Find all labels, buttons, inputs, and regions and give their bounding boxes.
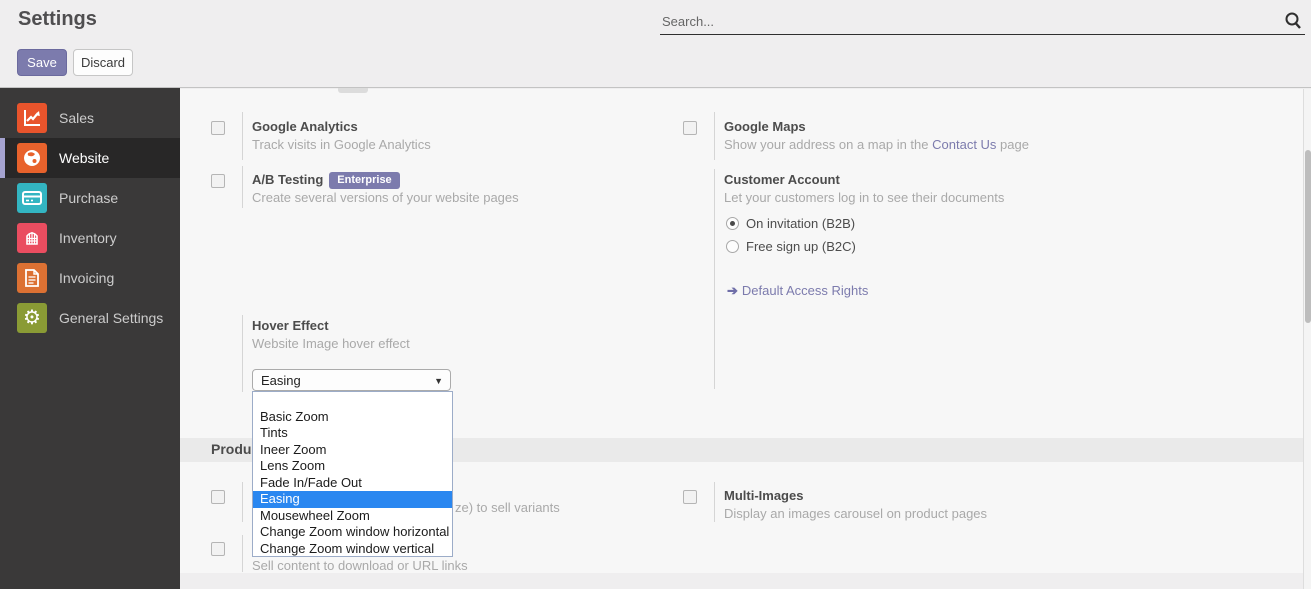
hover-effect-dropdown-list: Basic Zoom Tints Ineer Zoom Lens Zoom Fa… — [252, 391, 453, 557]
on-invitation-label: On invitation (B2B) — [746, 216, 855, 231]
sidebar-item-label: Invoicing — [59, 270, 114, 286]
sidebar-item-website[interactable]: Website — [0, 138, 180, 178]
dropdown-option[interactable]: Ineer Zoom — [253, 442, 452, 459]
free-signup-label: Free sign up (B2C) — [746, 239, 856, 254]
dropdown-option-blank[interactable] — [253, 392, 452, 409]
dropdown-option[interactable]: Tints — [253, 425, 452, 442]
sidebar-item-label: Inventory — [59, 230, 117, 246]
dropdown-option[interactable]: Basic Zoom — [253, 409, 452, 426]
sidebar-item-label: Purchase — [59, 190, 118, 206]
enterprise-badge: Enterprise — [329, 172, 399, 189]
google-maps-desc-tail: page — [996, 137, 1029, 152]
sidebar-item-label: Sales — [59, 110, 94, 126]
arrow-right-icon: ➔ — [727, 283, 738, 298]
divider — [242, 166, 243, 208]
multi-images-checkbox[interactable] — [683, 490, 697, 504]
hover-effect-desc: Website Image hover effect — [252, 336, 410, 351]
divider — [714, 169, 715, 389]
page-title: Settings — [18, 8, 97, 31]
sidebar-item-label: General Settings — [59, 310, 163, 326]
hover-effect-title: Hover Effect — [252, 318, 329, 333]
google-maps-title: Google Maps — [724, 119, 806, 134]
divider — [242, 112, 243, 160]
gear-icon: ⚙ — [17, 303, 47, 333]
settings-content: Google Analytics Track visits in Google … — [180, 89, 1303, 589]
divider — [242, 535, 243, 572]
contact-us-link[interactable]: Contact Us — [932, 137, 996, 152]
sidebar-item-purchase[interactable]: Purchase — [0, 178, 180, 218]
divider — [714, 482, 715, 522]
section-heading: Produ — [211, 441, 251, 457]
ab-testing-title-text: A/B Testing — [252, 172, 323, 187]
vertical-scrollbar[interactable] — [1303, 89, 1311, 589]
google-maps-checkbox[interactable] — [683, 121, 697, 135]
dropdown-option[interactable]: Mousewheel Zoom — [253, 508, 452, 525]
search-icon[interactable] — [1283, 9, 1303, 31]
divider — [242, 482, 243, 522]
ab-testing-desc: Create several versions of your website … — [252, 190, 519, 205]
search-input[interactable] — [662, 10, 1262, 32]
ab-testing-checkbox[interactable] — [211, 174, 225, 188]
google-analytics-desc: Track visits in Google Analytics — [252, 137, 431, 152]
sales-chart-icon — [17, 103, 47, 133]
free-signup-radio[interactable] — [726, 240, 739, 253]
save-button[interactable]: Save — [17, 49, 67, 76]
digital-content-desc: Sell content to download or URL links — [252, 558, 468, 573]
building-icon — [17, 223, 47, 253]
multi-images-desc: Display an images carousel on product pa… — [724, 506, 987, 521]
variants-desc-fragment: ze) to sell variants — [455, 500, 560, 515]
google-maps-desc-text: Show your address on a map in the — [724, 137, 932, 152]
dropdown-option[interactable]: Change Zoom window vertical — [253, 541, 452, 558]
google-analytics-checkbox[interactable] — [211, 121, 225, 135]
dropdown-option[interactable]: Fade In/Fade Out — [253, 475, 452, 492]
google-maps-desc: Show your address on a map in the Contac… — [724, 137, 1029, 152]
sidebar-item-general-settings[interactable]: ⚙ General Settings — [0, 298, 180, 338]
chevron-down-icon: ▼ — [434, 376, 443, 386]
divider — [242, 315, 243, 392]
sidebar-item-invoicing[interactable]: Invoicing — [0, 258, 180, 298]
credit-card-icon — [17, 183, 47, 213]
sidebar: Sales Website Purchase — [0, 88, 180, 589]
scrolled-element-remnant — [338, 88, 368, 93]
on-invitation-radio[interactable] — [726, 217, 739, 230]
dropdown-option[interactable]: Change Zoom window horizontal — [253, 524, 452, 541]
page-bottom-strip — [180, 573, 1303, 589]
hover-effect-select[interactable]: Easing ▼ — [252, 369, 451, 391]
divider — [714, 112, 715, 160]
customer-account-desc: Let your customers log in to see their d… — [724, 190, 1004, 205]
hover-effect-selected-value: Easing — [261, 373, 301, 388]
dropdown-option[interactable]: Lens Zoom — [253, 458, 452, 475]
default-access-rights-text: Default Access Rights — [742, 283, 868, 298]
discard-button[interactable]: Discard — [73, 49, 133, 76]
sidebar-item-inventory[interactable]: Inventory — [0, 218, 180, 258]
dropdown-option-highlighted[interactable]: Easing — [253, 491, 452, 508]
digital-content-checkbox[interactable] — [211, 542, 225, 556]
document-icon — [17, 263, 47, 293]
sidebar-item-label: Website — [59, 150, 109, 166]
multi-images-title: Multi-Images — [724, 488, 803, 503]
variants-checkbox[interactable] — [211, 490, 225, 504]
header-bar: Settings Save Discard — [0, 0, 1311, 88]
search-bar — [660, 6, 1305, 35]
scrollbar-thumb[interactable] — [1305, 150, 1311, 323]
ab-testing-title: A/B Testing Enterprise — [252, 172, 400, 190]
customer-account-title: Customer Account — [724, 172, 840, 187]
sidebar-item-sales[interactable]: Sales — [0, 98, 180, 138]
google-analytics-title: Google Analytics — [252, 119, 358, 134]
globe-icon — [17, 143, 47, 173]
default-access-rights-link[interactable]: ➔ Default Access Rights — [727, 283, 868, 299]
